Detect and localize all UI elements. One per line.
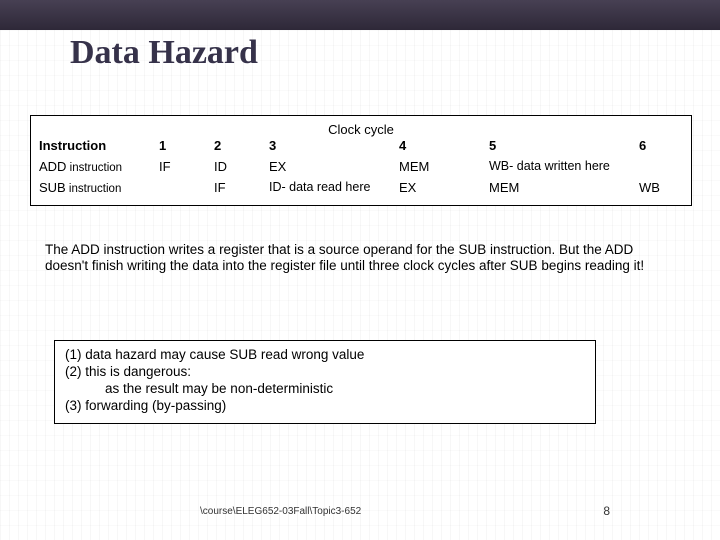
cell (159, 180, 214, 195)
footer-path: \course\ELEG652-03Fall\Topic3-652 (200, 506, 361, 517)
list-item: as the result may be non-deterministic (65, 381, 585, 398)
slide-title: Data Hazard (70, 34, 258, 72)
cell: ID- data read here (269, 180, 399, 195)
page-number: 8 (603, 504, 610, 518)
col-header-4: 4 (399, 138, 489, 153)
col-header-3: 3 (269, 138, 399, 153)
list-item: (3) forwarding (by-passing) (65, 398, 585, 415)
points-list: (1) data hazard may cause SUB read wrong… (54, 340, 596, 424)
col-header-6: 6 (639, 138, 699, 153)
cell: EX (399, 180, 489, 195)
col-header-5: 5 (489, 138, 639, 153)
cell: ID (214, 159, 269, 174)
explanation-paragraph: The ADD instruction writes a register th… (45, 242, 665, 274)
title-bar (0, 0, 720, 30)
table-row: ADD instruction (39, 159, 159, 174)
cell: MEM (489, 180, 639, 195)
col-header-1: 1 (159, 138, 214, 153)
pipeline-table: Clock cycle Instruction 1 2 3 4 5 6 ADD … (30, 115, 692, 206)
cell: EX (269, 159, 399, 174)
cell: MEM (399, 159, 489, 174)
cell (639, 159, 699, 174)
list-item: (1) data hazard may cause SUB read wrong… (65, 347, 585, 364)
cell: IF (159, 159, 214, 174)
cell: IF (214, 180, 269, 195)
col-header-2: 2 (214, 138, 269, 153)
col-header-instruction: Instruction (39, 138, 159, 153)
clock-cycle-label: Clock cycle (31, 116, 691, 138)
cell: WB- data written here (489, 159, 639, 174)
footer: \course\ELEG652-03Fall\Topic3-652 8 (0, 504, 720, 518)
table-row: SUB instruction (39, 180, 159, 195)
cell: WB (639, 180, 699, 195)
list-item: (2) this is dangerous: (65, 364, 585, 381)
